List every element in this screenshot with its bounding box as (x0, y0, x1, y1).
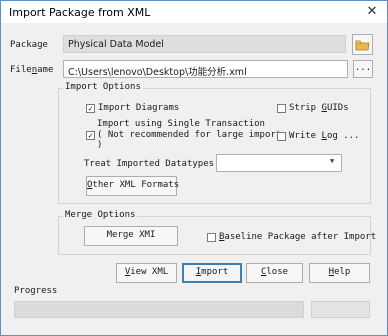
filename-input[interactable]: C:\Users\lenovo\Desktop\功能分析.xml (63, 60, 348, 78)
close-window-button[interactable]: ✕ (357, 1, 387, 23)
strip-guids-label: Strip GUIDs (289, 103, 349, 113)
strip-guids-checkbox[interactable] (277, 104, 286, 113)
title-bar: Import Package from XML ✕ (1, 1, 387, 23)
write-log-label: Write Log ... (289, 131, 360, 141)
chevron-down-icon: ▼ (330, 157, 335, 165)
single-transaction-label-line3: ) (97, 140, 103, 150)
browse-file-button[interactable]: ... (353, 60, 373, 78)
help-button[interactable]: Help (309, 263, 370, 283)
single-transaction-checkbox[interactable]: ✓ (86, 131, 95, 140)
datatypes-select[interactable] (216, 154, 342, 172)
package-label: Package (10, 40, 48, 50)
other-xml-formats-button[interactable]: Other XML Formats (86, 176, 179, 196)
view-xml-button[interactable]: View XML (116, 263, 177, 283)
progress-label: Progress (14, 286, 58, 296)
filename-label: Filename (10, 65, 54, 75)
progress-bar (14, 301, 304, 318)
single-transaction-label-line1: Import using Single Transaction (97, 119, 265, 129)
import-button[interactable]: Import (182, 263, 242, 283)
import-package-dialog: Import Package from XML ✕ Package Physic… (0, 0, 388, 336)
package-field: Physical Data Model (63, 35, 346, 53)
import-options-title: Import Options (63, 82, 143, 92)
close-button[interactable]: Close (246, 263, 303, 283)
progress-status-box (311, 301, 370, 318)
datatypes-label: Treat Imported Datatypes as (84, 159, 231, 169)
dialog-title: Import Package from XML (9, 6, 151, 19)
single-transaction-label-line2: ( Not recommended for large imports (97, 130, 287, 140)
merge-xmi-button[interactable]: Merge XMI (84, 226, 178, 246)
merge-options-title: Merge Options (63, 210, 138, 220)
folder-icon (355, 40, 370, 51)
import-diagrams-checkbox[interactable]: ✓ (86, 104, 95, 113)
write-log-checkbox[interactable] (277, 132, 286, 141)
baseline-label: Baseline Package after Import (219, 232, 377, 242)
baseline-checkbox[interactable] (207, 233, 216, 242)
import-diagrams-label: Import Diagrams (98, 103, 180, 113)
select-package-button[interactable] (352, 34, 373, 55)
